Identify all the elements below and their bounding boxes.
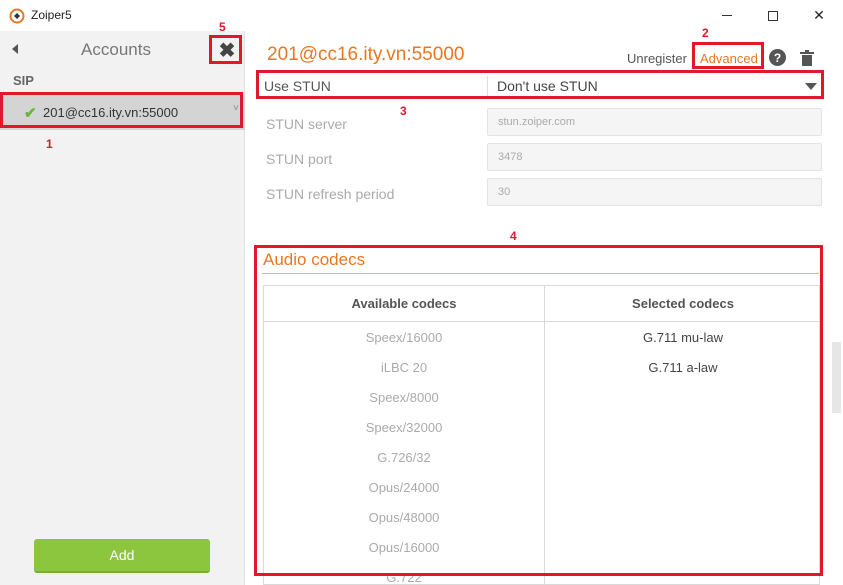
help-icon[interactable]: ?	[769, 49, 786, 66]
scrollbar-thumb[interactable]	[832, 342, 841, 413]
close-icon: ✕	[813, 7, 825, 23]
window-title: Zoiper5	[31, 8, 72, 22]
add-account-button[interactable]: Add	[34, 539, 210, 573]
advanced-link[interactable]: Advanced	[700, 51, 758, 66]
minimize-icon	[722, 15, 732, 16]
account-name: 201@cc16.ity.vn:55000	[43, 105, 179, 120]
available-codec-item[interactable]: Speex/8000	[264, 390, 544, 405]
stun-port-label: STUN port	[266, 151, 333, 167]
dropdown-caret-icon[interactable]	[805, 83, 817, 90]
unregister-link[interactable]: Unregister	[627, 51, 687, 66]
trash-icon[interactable]	[800, 50, 814, 66]
annotation-label-3: 3	[400, 104, 407, 118]
stun-refresh-label: STUN refresh period	[266, 186, 395, 202]
available-codec-item[interactable]: G.722	[264, 570, 544, 585]
annotation-label-2: 2	[702, 26, 709, 40]
account-list-item[interactable]: ✔ 201@cc16.ity.vn:55000 ˅	[0, 95, 245, 130]
available-codecs-header: Available codecs	[351, 296, 457, 311]
chevron-down-icon[interactable]: ˅	[233, 103, 239, 114]
stun-port-input[interactable]: 3478	[487, 143, 822, 171]
check-icon: ✔	[24, 105, 37, 122]
available-codec-item[interactable]: Speex/16000	[264, 330, 544, 345]
available-codec-item[interactable]: Opus/16000	[264, 540, 544, 555]
codecs-divider	[262, 273, 819, 274]
annotation-label-5: 5	[219, 20, 226, 34]
title-bar: Zoiper5 ✕	[0, 0, 843, 31]
available-codec-item[interactable]: Opus/48000	[264, 510, 544, 525]
close-accounts-button[interactable]: ✖	[212, 37, 242, 63]
use-stun-label: Use STUN	[264, 78, 331, 94]
selected-codecs-header: Selected codecs	[632, 296, 734, 311]
accounts-title: Accounts	[81, 40, 151, 59]
selected-codec-item[interactable]: G.711 mu-law	[545, 330, 821, 345]
selected-codec-item[interactable]: G.711 a-law	[545, 360, 821, 375]
audio-codecs-title: Audio codecs	[263, 250, 366, 269]
zoiper-logo-icon	[9, 8, 25, 24]
sip-section-label: SIP	[13, 73, 34, 88]
use-stun-value: Don't use STUN	[497, 78, 598, 94]
codec-table: Available codecs Selected codecs Speex/1…	[263, 285, 820, 585]
available-codec-item[interactable]: Speex/32000	[264, 420, 544, 435]
available-codec-item[interactable]: Opus/24000	[264, 480, 544, 495]
stun-server-input[interactable]: stun.zoiper.com	[487, 108, 822, 136]
close-window-button[interactable]: ✕	[796, 0, 842, 31]
maximize-icon	[768, 10, 778, 21]
account-title: 201@cc16.ity.vn:55000	[267, 44, 465, 65]
maximize-button[interactable]	[750, 0, 796, 31]
available-codec-item[interactable]: iLBC 20	[264, 360, 544, 375]
stun-refresh-input[interactable]: 30	[487, 178, 822, 206]
table-header-divider	[264, 321, 819, 322]
stun-server-label: STUN server	[266, 116, 347, 132]
available-codec-item[interactable]: G.726/32	[264, 450, 544, 465]
select-divider	[487, 76, 488, 98]
minimize-button[interactable]	[704, 0, 750, 31]
annotation-label-1: 1	[46, 137, 53, 151]
annotation-label-4: 4	[510, 229, 517, 243]
